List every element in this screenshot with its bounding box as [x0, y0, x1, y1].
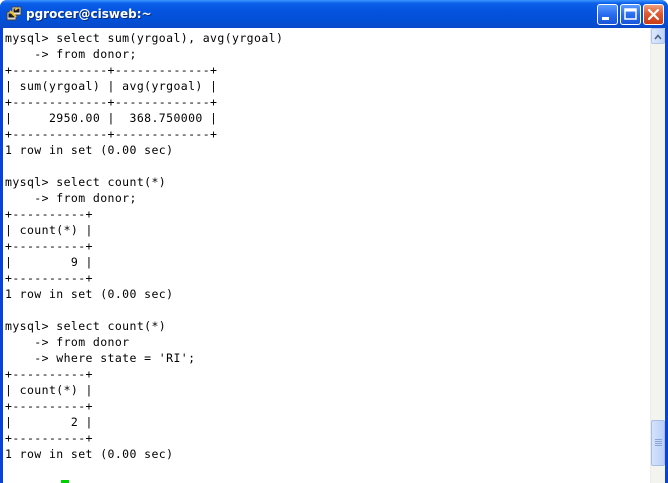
- terminal-line: | 2950.00 | 368.750000 |: [5, 111, 218, 125]
- thumb-grip-line: [655, 443, 662, 444]
- thumb-grip-line: [655, 441, 662, 442]
- scroll-thumb[interactable]: [651, 420, 665, 466]
- terminal-line: +----------+: [5, 239, 93, 253]
- terminal-line: | 9 |: [5, 255, 93, 269]
- putty-terminal-icon[interactable]: [6, 6, 22, 22]
- terminal-output[interactable]: mysql> select sum(yrgoal), avg(yrgoal) -…: [3, 28, 650, 483]
- chevron-up-icon: [654, 34, 662, 40]
- thumb-grip-line: [655, 439, 662, 440]
- terminal-line: | sum(yrgoal) | avg(yrgoal) |: [5, 79, 218, 93]
- terminal-line: mysql> select count(*): [5, 175, 167, 189]
- terminal-window: pgrocer@cisweb:~ mysql> select sum(yrgoa…: [0, 0, 668, 483]
- terminal-line: 1 row in set (0.00 sec): [5, 287, 174, 301]
- terminal-line: mysql> select count(*): [5, 319, 167, 333]
- client-area: mysql> select sum(yrgoal), avg(yrgoal) -…: [3, 28, 665, 483]
- terminal-line: +----------+: [5, 399, 93, 413]
- terminal-line: +-------------+-------------+: [5, 95, 218, 109]
- terminal-line: | count(*) |: [5, 383, 93, 397]
- terminal-line: -> from donor;: [5, 191, 137, 205]
- title-bar[interactable]: pgrocer@cisweb:~: [0, 0, 668, 28]
- terminal-line: +-------------+-------------+: [5, 127, 218, 141]
- minimize-button[interactable]: [597, 4, 618, 25]
- terminal-line: 1 row in set (0.00 sec): [5, 447, 174, 461]
- terminal-line: +----------+: [5, 271, 93, 285]
- terminal-line: | 2 |: [5, 415, 93, 429]
- minimize-icon: [602, 17, 609, 20]
- terminal-line: mysql> select sum(yrgoal), avg(yrgoal): [5, 31, 284, 45]
- terminal-line: +-------------+-------------+: [5, 63, 218, 77]
- maximize-button[interactable]: [620, 4, 641, 25]
- terminal-line: -> where state = 'RI';: [5, 351, 196, 365]
- close-icon: [647, 8, 660, 21]
- maximize-icon: [624, 8, 637, 20]
- scroll-up-button[interactable]: [651, 28, 665, 44]
- terminal-line: | count(*) |: [5, 223, 93, 237]
- window-title: pgrocer@cisweb:~: [26, 7, 152, 21]
- terminal-line: -> from donor: [5, 335, 130, 349]
- terminal-line: +----------+: [5, 207, 93, 221]
- terminal-line: -> from donor;: [5, 47, 137, 61]
- thumb-grip-line: [655, 445, 662, 446]
- vertical-scrollbar[interactable]: [650, 28, 665, 483]
- terminal-line: +----------+: [5, 431, 93, 445]
- terminal-line: +----------+: [5, 367, 93, 381]
- close-button[interactable]: [643, 4, 664, 25]
- terminal-line: 1 row in set (0.00 sec): [5, 143, 174, 157]
